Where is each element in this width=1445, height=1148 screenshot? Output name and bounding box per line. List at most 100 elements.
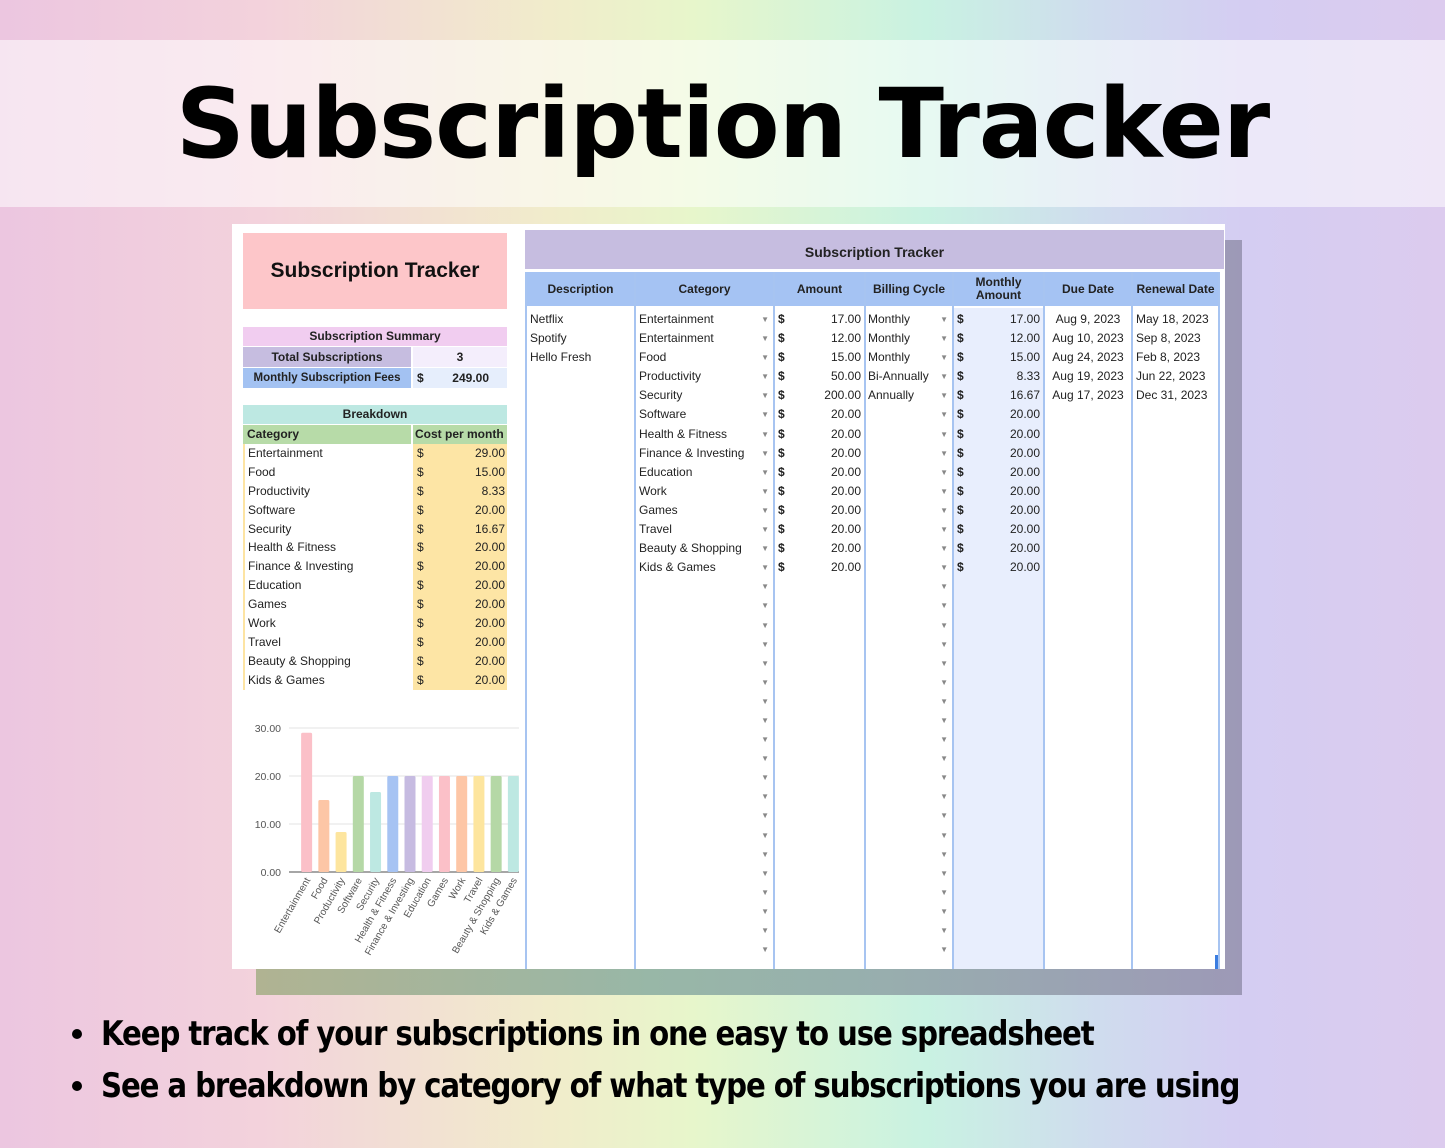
renewal-date-cell[interactable] xyxy=(1133,635,1218,654)
amount-cell[interactable]: $17.00 xyxy=(775,310,864,329)
dropdown-arrow-icon[interactable]: ▼ xyxy=(761,711,769,730)
dropdown-arrow-icon[interactable]: ▼ xyxy=(940,310,948,329)
description-cell[interactable] xyxy=(527,654,634,673)
monthly-amount-cell[interactable] xyxy=(954,826,1043,845)
due-date-cell[interactable] xyxy=(1045,520,1131,539)
dropdown-arrow-icon[interactable]: ▼ xyxy=(761,692,769,711)
breakdown-category[interactable]: Food xyxy=(245,463,411,482)
renewal-date-cell[interactable]: Dec 31, 2023 xyxy=(1133,386,1218,405)
dropdown-arrow-icon[interactable]: ▼ xyxy=(761,806,769,825)
due-date-cell[interactable] xyxy=(1045,577,1131,596)
due-date-cell[interactable] xyxy=(1045,883,1131,902)
billing-cycle-cell[interactable]: ▼ xyxy=(866,673,952,692)
billing-cycle-cell[interactable]: ▼ xyxy=(866,405,952,424)
bar-education[interactable] xyxy=(421,776,433,872)
billing-cycle-cell[interactable]: ▼ xyxy=(866,616,952,635)
amount-cell[interactable] xyxy=(775,787,864,806)
bar-travel[interactable] xyxy=(473,776,485,872)
amount-cell[interactable]: $20.00 xyxy=(775,558,864,577)
breakdown-category[interactable]: Finance & Investing xyxy=(245,557,411,576)
category-cell[interactable]: Security ▼ xyxy=(636,386,773,405)
billing-cycle-cell[interactable]: Bi-Annually ▼ xyxy=(866,367,952,386)
dropdown-arrow-icon[interactable]: ▼ xyxy=(761,596,769,615)
monthly-amount-cell[interactable] xyxy=(954,730,1043,749)
description-cell[interactable]: Spotify xyxy=(527,329,634,348)
dropdown-arrow-icon[interactable]: ▼ xyxy=(940,348,948,367)
amount-cell[interactable] xyxy=(775,711,864,730)
renewal-date-cell[interactable] xyxy=(1133,711,1218,730)
category-cell[interactable]: Productivity ▼ xyxy=(636,367,773,386)
bar-software[interactable] xyxy=(352,776,364,872)
due-date-cell[interactable] xyxy=(1045,501,1131,520)
category-cell[interactable]: ▼ xyxy=(636,940,773,959)
dropdown-arrow-icon[interactable]: ▼ xyxy=(940,940,948,959)
dropdown-arrow-icon[interactable]: ▼ xyxy=(940,405,948,424)
header-due-date[interactable]: Due Date xyxy=(1045,272,1131,308)
monthly-amount-cell[interactable]: $20.00 xyxy=(954,463,1043,482)
dropdown-arrow-icon[interactable]: ▼ xyxy=(940,558,948,577)
dropdown-arrow-icon[interactable]: ▼ xyxy=(940,577,948,596)
due-date-cell[interactable] xyxy=(1045,902,1131,921)
amount-cell[interactable] xyxy=(775,635,864,654)
monthly-amount-cell[interactable]: $20.00 xyxy=(954,520,1043,539)
description-cell[interactable] xyxy=(527,845,634,864)
billing-cycle-cell[interactable]: ▼ xyxy=(866,463,952,482)
category-cell[interactable]: ▼ xyxy=(636,616,773,635)
renewal-date-cell[interactable] xyxy=(1133,826,1218,845)
billing-cycle-cell[interactable]: ▼ xyxy=(866,730,952,749)
dropdown-arrow-icon[interactable]: ▼ xyxy=(761,768,769,787)
billing-cycle-cell[interactable]: ▼ xyxy=(866,654,952,673)
dropdown-arrow-icon[interactable]: ▼ xyxy=(940,883,948,902)
dropdown-arrow-icon[interactable]: ▼ xyxy=(940,367,948,386)
bar-kids-games[interactable] xyxy=(507,776,519,872)
monthly-amount-cell[interactable] xyxy=(954,711,1043,730)
category-cell[interactable]: Games ▼ xyxy=(636,501,773,520)
renewal-date-cell[interactable] xyxy=(1133,616,1218,635)
dropdown-arrow-icon[interactable]: ▼ xyxy=(940,425,948,444)
breakdown-cost[interactable]: $20.00 xyxy=(413,595,507,615)
amount-cell[interactable] xyxy=(775,902,864,921)
breakdown-cost[interactable]: $20.00 xyxy=(413,576,507,596)
dropdown-arrow-icon[interactable]: ▼ xyxy=(940,711,948,730)
renewal-date-cell[interactable] xyxy=(1133,520,1218,539)
dropdown-arrow-icon[interactable]: ▼ xyxy=(940,444,948,463)
billing-cycle-cell[interactable]: ▼ xyxy=(866,425,952,444)
renewal-date-cell[interactable]: Sep 8, 2023 xyxy=(1133,329,1218,348)
billing-cycle-cell[interactable]: ▼ xyxy=(866,787,952,806)
renewal-date-cell[interactable]: Jun 22, 2023 xyxy=(1133,367,1218,386)
dropdown-arrow-icon[interactable]: ▼ xyxy=(940,635,948,654)
due-date-cell[interactable] xyxy=(1045,768,1131,787)
amount-cell[interactable]: $20.00 xyxy=(775,463,864,482)
description-cell[interactable] xyxy=(527,692,634,711)
description-cell[interactable] xyxy=(527,635,634,654)
dropdown-arrow-icon[interactable]: ▼ xyxy=(761,463,769,482)
breakdown-category[interactable]: Work xyxy=(245,614,411,633)
billing-cycle-cell[interactable]: ▼ xyxy=(866,692,952,711)
dropdown-arrow-icon[interactable]: ▼ xyxy=(761,386,769,405)
description-cell[interactable] xyxy=(527,921,634,940)
header-billing-cycle[interactable]: Billing Cycle xyxy=(866,272,952,308)
amount-cell[interactable]: $20.00 xyxy=(775,539,864,558)
bar-productivity[interactable] xyxy=(335,832,347,872)
dropdown-arrow-icon[interactable]: ▼ xyxy=(761,348,769,367)
dropdown-arrow-icon[interactable]: ▼ xyxy=(940,768,948,787)
breakdown-cost[interactable]: $29.00 xyxy=(413,444,507,463)
description-cell[interactable] xyxy=(527,539,634,558)
billing-cycle-cell[interactable]: ▼ xyxy=(866,635,952,654)
renewal-date-cell[interactable] xyxy=(1133,692,1218,711)
amount-cell[interactable] xyxy=(775,826,864,845)
description-cell[interactable] xyxy=(527,405,634,424)
monthly-amount-cell[interactable]: $20.00 xyxy=(954,501,1043,520)
category-cell[interactable]: ▼ xyxy=(636,596,773,615)
amount-cell[interactable] xyxy=(775,921,864,940)
due-date-cell[interactable] xyxy=(1045,749,1131,768)
due-date-cell[interactable] xyxy=(1045,425,1131,444)
amount-cell[interactable] xyxy=(775,692,864,711)
due-date-cell[interactable] xyxy=(1045,864,1131,883)
category-cell[interactable]: ▼ xyxy=(636,692,773,711)
dropdown-arrow-icon[interactable]: ▼ xyxy=(761,654,769,673)
bar-entertainment[interactable] xyxy=(301,732,313,872)
amount-cell[interactable] xyxy=(775,654,864,673)
billing-cycle-cell[interactable]: ▼ xyxy=(866,902,952,921)
breakdown-cost[interactable]: $15.00 xyxy=(413,462,507,482)
